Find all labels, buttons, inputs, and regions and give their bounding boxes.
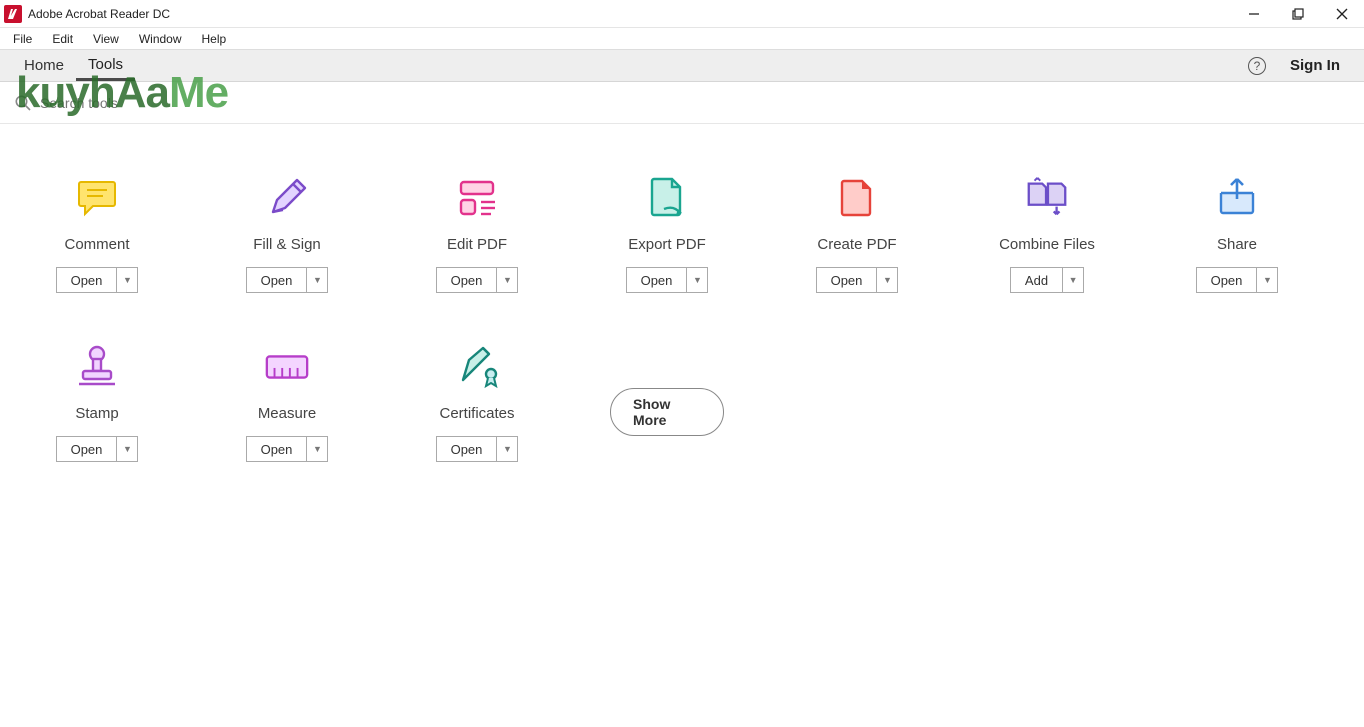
maximize-button[interactable] — [1276, 0, 1320, 27]
help-icon[interactable]: ? — [1248, 57, 1266, 75]
window-controls — [1232, 0, 1364, 27]
search-input[interactable] — [40, 95, 340, 111]
tool-label: Export PDF — [628, 236, 706, 253]
tool-combine-files[interactable]: Combine Files Add ▼ — [990, 174, 1104, 293]
dropdown-button[interactable]: ▼ — [496, 436, 518, 462]
certificates-icon — [453, 343, 501, 391]
export-pdf-icon — [643, 174, 691, 222]
open-button[interactable]: Open — [626, 267, 687, 293]
tools-row-2: Stamp Open ▼ Measure Open ▼ — [40, 343, 1324, 462]
menu-window[interactable]: Window — [130, 30, 191, 48]
menu-view[interactable]: View — [84, 30, 128, 48]
tool-label: Combine Files — [999, 236, 1095, 253]
app-icon — [4, 5, 22, 23]
open-button[interactable]: Open — [56, 267, 117, 293]
tools-row-1: Comment Open ▼ Fill & Sign Open ▼ — [40, 174, 1324, 293]
open-button[interactable]: Open — [436, 436, 497, 462]
search-row — [0, 82, 1364, 124]
menu-file[interactable]: File — [4, 30, 41, 48]
tool-export-pdf[interactable]: Export PDF Open ▼ — [610, 174, 724, 293]
open-button[interactable]: Open — [56, 436, 117, 462]
add-button[interactable]: Add — [1010, 267, 1062, 293]
sign-in-button[interactable]: Sign In — [1290, 57, 1340, 74]
open-button[interactable]: Open — [246, 436, 307, 462]
fill-sign-icon — [263, 174, 311, 222]
dropdown-button[interactable]: ▼ — [306, 436, 328, 462]
comment-icon — [73, 174, 121, 222]
dropdown-button[interactable]: ▼ — [1062, 267, 1084, 293]
edit-pdf-icon — [453, 174, 501, 222]
share-icon — [1213, 174, 1261, 222]
tool-label: Measure — [258, 405, 316, 422]
tool-label: Fill & Sign — [253, 236, 321, 253]
tool-comment[interactable]: Comment Open ▼ — [40, 174, 154, 293]
tool-certificates[interactable]: Certificates Open ▼ — [420, 343, 534, 462]
tool-fill-sign[interactable]: Fill & Sign Open ▼ — [230, 174, 344, 293]
tool-share[interactable]: Share Open ▼ — [1180, 174, 1294, 293]
tool-edit-pdf[interactable]: Edit PDF Open ▼ — [420, 174, 534, 293]
tool-label: Comment — [64, 236, 129, 253]
tool-stamp[interactable]: Stamp Open ▼ — [40, 343, 154, 462]
dropdown-button[interactable]: ▼ — [876, 267, 898, 293]
dropdown-button[interactable]: ▼ — [116, 436, 138, 462]
open-button[interactable]: Open — [1196, 267, 1257, 293]
measure-icon — [263, 343, 311, 391]
dropdown-button[interactable]: ▼ — [306, 267, 328, 293]
tab-tools[interactable]: Tools — [76, 50, 135, 81]
tool-label: Share — [1217, 236, 1257, 253]
close-button[interactable] — [1320, 0, 1364, 27]
search-icon — [14, 94, 32, 112]
title-bar: Adobe Acrobat Reader DC — [0, 0, 1364, 28]
tab-bar: Home Tools ? Sign In — [0, 50, 1364, 82]
dropdown-button[interactable]: ▼ — [496, 267, 518, 293]
menu-bar: File Edit View Window Help — [0, 28, 1364, 50]
menu-help[interactable]: Help — [193, 30, 236, 48]
tab-home[interactable]: Home — [12, 50, 76, 81]
tool-label: Stamp — [75, 405, 118, 422]
tool-measure[interactable]: Measure Open ▼ — [230, 343, 344, 462]
tool-create-pdf[interactable]: Create PDF Open ▼ — [800, 174, 914, 293]
tools-grid: Comment Open ▼ Fill & Sign Open ▼ — [0, 124, 1364, 542]
combine-files-icon — [1023, 174, 1071, 222]
dropdown-button[interactable]: ▼ — [686, 267, 708, 293]
dropdown-button[interactable]: ▼ — [1256, 267, 1278, 293]
stamp-icon — [73, 343, 121, 391]
show-more-button[interactable]: Show More — [610, 388, 724, 436]
show-more-wrapper: Show More — [610, 343, 724, 436]
tool-label: Create PDF — [817, 236, 896, 253]
open-button[interactable]: Open — [246, 267, 307, 293]
tool-label: Certificates — [439, 405, 514, 422]
minimize-button[interactable] — [1232, 0, 1276, 27]
dropdown-button[interactable]: ▼ — [116, 267, 138, 293]
tool-label: Edit PDF — [447, 236, 507, 253]
window-title: Adobe Acrobat Reader DC — [28, 7, 170, 21]
open-button[interactable]: Open — [816, 267, 877, 293]
create-pdf-icon — [833, 174, 881, 222]
open-button[interactable]: Open — [436, 267, 497, 293]
menu-edit[interactable]: Edit — [43, 30, 82, 48]
